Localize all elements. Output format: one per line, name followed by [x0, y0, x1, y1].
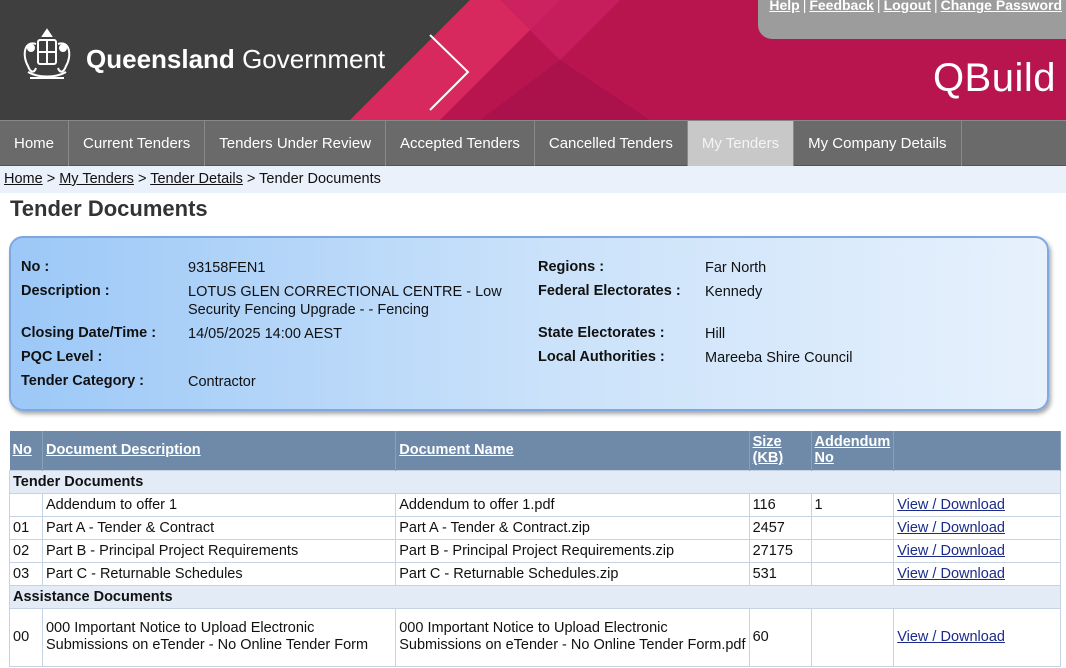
sort-by-no-link[interactable]: No	[13, 442, 32, 458]
cell-action: View / Download	[893, 561, 1061, 586]
table-row: 03 Part C - Returnable Schedules Part C …	[9, 561, 1061, 586]
closing-date-value: 14/05/2025 14:00 AEST	[188, 326, 342, 342]
col-header-addendum: Addendum No	[811, 431, 895, 470]
breadcrumb-my-tenders[interactable]: My Tenders	[59, 171, 134, 187]
state-electorates-label: State Electorates :	[538, 325, 665, 341]
section-row: Assistance Documents	[9, 584, 1061, 609]
app-title: QBuild	[932, 56, 1056, 100]
cell-name: Addendum to offer 1.pdf	[395, 492, 750, 517]
nav-accepted-tenders[interactable]: Accepted Tenders	[386, 121, 535, 166]
table-row: 01 Part A - Tender & Contract Part A - T…	[9, 515, 1061, 540]
description-label: Description :	[21, 283, 110, 299]
sort-by-size-link[interactable]: Size (KB)	[753, 434, 784, 466]
col-header-name: Document Name	[395, 431, 750, 470]
description-value: LOTUS GLEN CORRECTIONAL CENTRE - Low Sec…	[188, 284, 502, 318]
federal-electorates-label: Federal Electorates :	[538, 283, 681, 299]
closing-date-label: Closing Date/Time :	[21, 325, 157, 341]
col-header-no: No	[9, 431, 43, 470]
tender-category-label: Tender Category :	[21, 373, 145, 389]
table-row: Addendum to offer 1 Addendum to offer 1.…	[9, 492, 1061, 517]
col-header-description: Document Description	[42, 431, 397, 470]
documents-table: No Document Description Document Name Si…	[9, 431, 1061, 667]
section-title: Assistance Documents	[9, 584, 1061, 609]
cell-size: 27175	[748, 538, 812, 563]
queensland-crest-icon	[23, 28, 71, 79]
cell-action: View / Download	[893, 607, 1061, 667]
table-header-row: No Document Description Document Name Si…	[9, 431, 1061, 470]
view-download-link[interactable]: View / Download	[897, 566, 1005, 582]
cell-action: View / Download	[893, 538, 1061, 563]
change-password-link[interactable]: Change Password	[941, 0, 1062, 13]
pqc-level-label: PQC Level :	[21, 349, 103, 365]
breadcrumb-current: Tender Documents	[259, 171, 381, 187]
cell-size: 116	[748, 492, 812, 517]
section-row: Tender Documents	[9, 469, 1061, 494]
nav-my-company-details[interactable]: My Company Details	[794, 121, 962, 166]
table-row: 00 000 Important Notice to Upload Electr…	[9, 607, 1061, 667]
view-download-link[interactable]: View / Download	[897, 629, 1005, 645]
cell-no	[9, 492, 43, 517]
view-download-link[interactable]: View / Download	[897, 497, 1005, 513]
tender-category-value: Contractor	[188, 374, 256, 390]
cell-addendum	[810, 607, 895, 667]
sort-by-name-link[interactable]: Document Name	[399, 442, 513, 458]
cell-action: View / Download	[893, 515, 1061, 540]
main-nav: Home Current Tenders Tenders Under Revie…	[0, 120, 1066, 166]
cell-size: 60	[748, 607, 812, 667]
page-title: Tender Documents	[10, 196, 208, 221]
regions-label: Regions :	[538, 259, 605, 275]
utility-links: Help | Feedback | Logout | Change Password	[769, 0, 1062, 13]
feedback-link[interactable]: Feedback	[809, 0, 874, 13]
local-authorities-label: Local Authorities :	[538, 349, 665, 365]
tender-no-label: No :	[21, 259, 50, 275]
view-download-link[interactable]: View / Download	[897, 543, 1005, 559]
site-header: Queensland Government Help | Feedback | Logo…	[0, 0, 1066, 120]
cell-size: 2457	[748, 515, 812, 540]
col-header-action	[893, 431, 1061, 470]
breadcrumb-tender-details[interactable]: Tender Details	[150, 171, 243, 187]
cell-description: 000 Important Notice to Upload Electroni…	[41, 607, 397, 667]
help-link[interactable]: Help	[769, 0, 799, 13]
cell-name: Part A - Tender & Contract.zip	[395, 515, 750, 540]
local-authorities-value: Mareeba Shire Council	[705, 350, 853, 366]
cell-addendum	[810, 515, 895, 540]
cell-addendum	[810, 561, 895, 586]
cell-no: 02	[9, 538, 43, 563]
nav-home[interactable]: Home	[0, 121, 70, 166]
nav-my-tenders[interactable]: My Tenders	[687, 121, 795, 166]
nav-current-tenders[interactable]: Current Tenders	[69, 121, 206, 166]
nav-tenders-under-review[interactable]: Tenders Under Review	[205, 121, 387, 166]
cell-description: Part A - Tender & Contract	[41, 515, 397, 540]
cell-name: 000 Important Notice to Upload Electroni…	[395, 607, 750, 667]
nav-cancelled-tenders[interactable]: Cancelled Tenders	[535, 121, 688, 166]
table-row: 02 Part B - Principal Project Requiremen…	[9, 538, 1061, 563]
breadcrumb-home[interactable]: Home	[4, 171, 43, 187]
cell-description: Addendum to offer 1	[41, 492, 397, 517]
state-electorates-value: Hill	[705, 326, 726, 342]
sort-by-addendum-link[interactable]: Addendum No	[815, 434, 891, 466]
federal-electorates-value: Kennedy	[705, 284, 763, 300]
section-title: Tender Documents	[9, 469, 1061, 494]
regions-value: Far North	[705, 260, 767, 276]
cell-description: Part C - Returnable Schedules	[41, 561, 397, 586]
cell-description: Part B - Principal Project Requirements	[41, 538, 397, 563]
cell-no: 03	[9, 561, 43, 586]
cell-addendum	[810, 538, 895, 563]
sort-by-description-link[interactable]: Document Description	[46, 442, 201, 458]
logout-link[interactable]: Logout	[884, 0, 931, 13]
tender-summary-panel: No : 93158FEN1 Description : LOTUS GLEN …	[9, 236, 1049, 411]
cell-action: View / Download	[893, 492, 1061, 517]
cell-name: Part B - Principal Project Requirements.…	[395, 538, 750, 563]
breadcrumb: Home > My Tenders > Tender Details > Ten…	[4, 171, 381, 187]
cell-addendum: 1	[810, 492, 895, 517]
col-header-size: Size (KB)	[749, 431, 812, 470]
view-download-link[interactable]: View / Download	[897, 520, 1005, 536]
tender-no-value: 93158FEN1	[188, 260, 266, 276]
cell-name: Part C - Returnable Schedules.zip	[395, 561, 750, 586]
government-wordmark: Queensland Government	[86, 44, 386, 74]
cell-no: 00	[9, 607, 43, 667]
cell-no: 01	[9, 515, 43, 540]
cell-size: 531	[748, 561, 812, 586]
